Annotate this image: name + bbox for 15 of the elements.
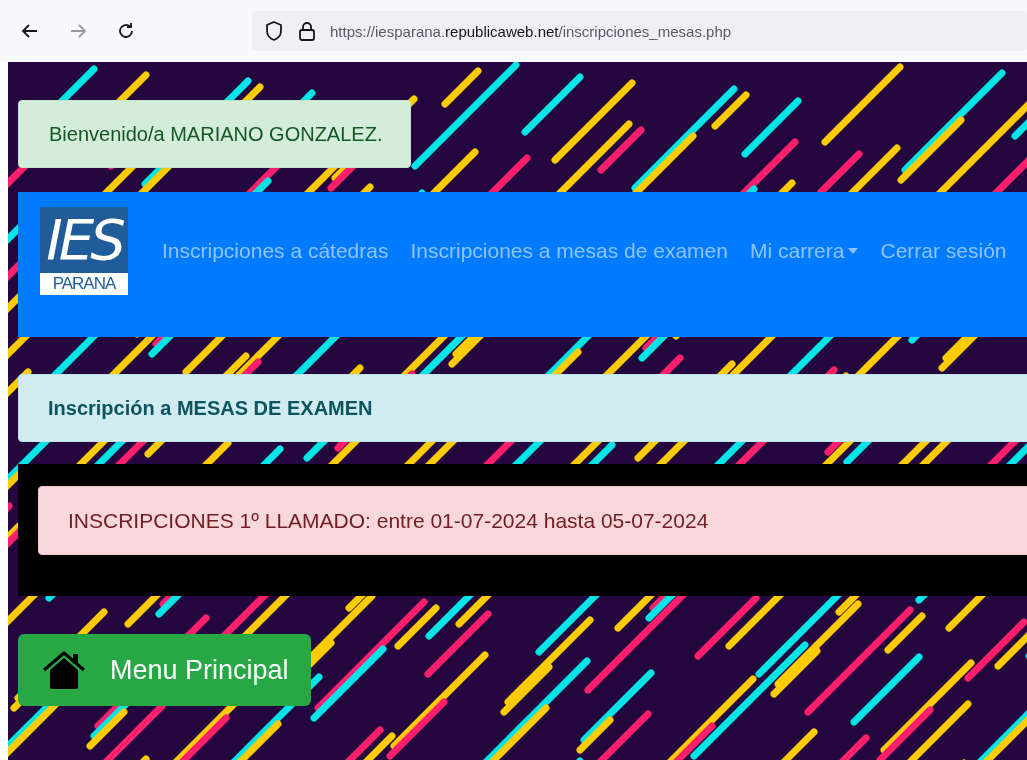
nav-dropdown[interactable]: Mi carrera <box>749 238 859 263</box>
notice-alert: INSCRIPCIONES 1º LLAMADO: entre 01-07-2024 hasta 05-07-2024 <box>38 486 1027 555</box>
home-icon <box>42 650 86 690</box>
caret-icon <box>848 247 859 254</box>
menu-button[interactable]: Menu Principal <box>18 634 311 706</box>
url-text: https://iesparana.republicaweb.net/inscripciones_mesas.php <box>330 22 732 40</box>
welcome-alert: Bienvenido/a MARIANO GONZALEZ. <box>18 100 412 168</box>
section-title: Inscripción a MESAS DE EXAMEN <box>18 374 1027 442</box>
address-bar[interactable]: https://iesparana.republicaweb.net/inscripciones_mesas.php <box>252 11 1027 51</box>
shield-icon <box>264 20 284 42</box>
lock-icon <box>298 20 316 42</box>
logo[interactable]: IES PARANA <box>40 206 128 295</box>
nav-link[interactable]: Inscripciones a cátedras <box>162 238 389 263</box>
nav-link[interactable]: Inscripciones a mesas de examen <box>410 238 728 263</box>
nav-link[interactable]: Cerrar sesión <box>880 238 1007 263</box>
